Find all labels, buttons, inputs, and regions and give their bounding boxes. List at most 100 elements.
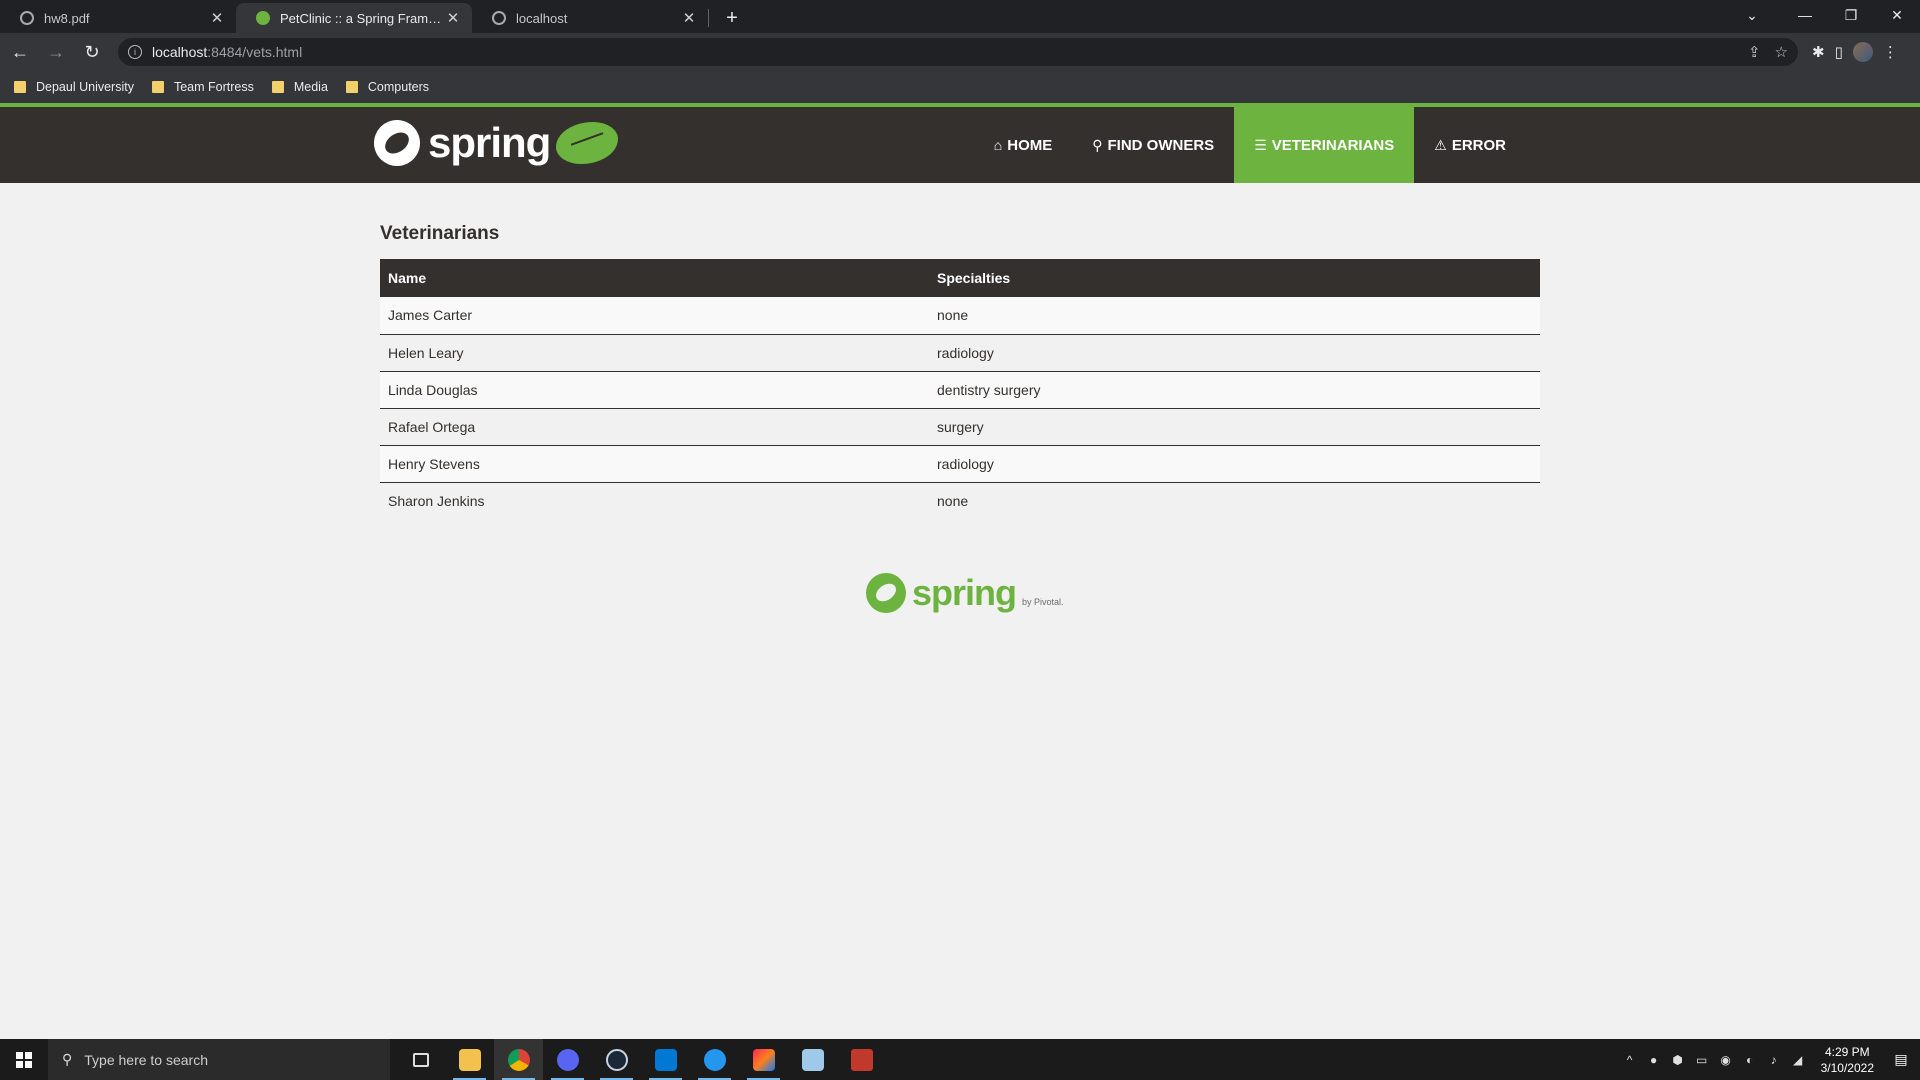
- nav-veterinarians[interactable]: ☰ Veterinarians: [1234, 107, 1415, 183]
- taskbar-intellij[interactable]: [739, 1039, 788, 1080]
- tab-petclinic[interactable]: PetClinic :: a Spring Framework demonstr…: [236, 3, 472, 33]
- nav-find-owners[interactable]: ⚲ Find owners: [1072, 107, 1234, 183]
- volume-icon[interactable]: ♪: [1767, 1053, 1781, 1067]
- battery-icon[interactable]: ▭: [1695, 1053, 1709, 1067]
- tab-title: hw8.pdf: [44, 10, 90, 26]
- bookmark-label: Team Fortress: [173, 80, 254, 94]
- forward-button[interactable]: →: [40, 36, 72, 68]
- taskbar-clock[interactable]: 4:29 PM 3/10/2022: [1821, 1044, 1874, 1076]
- bookmark-folder[interactable]: Media: [271, 80, 328, 94]
- nav-home[interactable]: ⌂ Home: [974, 107, 1072, 183]
- clock-date: 3/10/2022: [1820, 1060, 1874, 1075]
- tab-search-chevron-icon[interactable]: ⌄: [1722, 0, 1782, 30]
- browser-toolbar: ← → ↻ i localhost:8484/vets.html ⇪ ☆ ✱ ▯…: [0, 33, 1920, 71]
- vet-specialties: radiology: [929, 333, 1540, 371]
- main-content: Veterinarians Name Specialties James Car…: [380, 223, 1540, 519]
- taskbar-search[interactable]: ⚲ Type here to search: [48, 1039, 390, 1080]
- browser-tab-bar: hw8.pdf ✕ PetClinic :: a Spring Framewor…: [0, 0, 1920, 33]
- vet-specialties: radiology: [929, 444, 1540, 482]
- task-view-icon: [412, 1052, 429, 1067]
- close-window-button[interactable]: ✕: [1874, 0, 1920, 30]
- globe-icon: [20, 11, 34, 25]
- taskbar-discord[interactable]: [543, 1039, 592, 1080]
- taskbar-chrome[interactable]: [494, 1039, 543, 1080]
- spring-leaf-icon: [256, 11, 270, 25]
- site-info-icon[interactable]: i: [128, 45, 142, 59]
- task-view-button[interactable]: [396, 1039, 445, 1080]
- bookmark-star-icon[interactable]: ☆: [1775, 43, 1788, 61]
- page-title: Veterinarians: [380, 223, 500, 244]
- nav-label: Find owners: [1107, 136, 1215, 154]
- close-icon[interactable]: ✕: [444, 9, 462, 27]
- taskbar-steam[interactable]: [592, 1039, 641, 1080]
- restore-button[interactable]: ❐: [1828, 0, 1874, 30]
- vet-name: Rafael Ortega: [380, 407, 929, 445]
- spring-logo[interactable]: spring: [374, 119, 619, 167]
- bookmark-folder[interactable]: Depaul University: [14, 80, 134, 94]
- share-icon[interactable]: ⇪: [1748, 43, 1761, 61]
- new-tab-button[interactable]: +: [717, 3, 747, 33]
- nav-label: Veterinarians: [1271, 136, 1395, 154]
- vscode-icon: [654, 1048, 677, 1071]
- reload-button[interactable]: ↻: [76, 36, 108, 68]
- taskbar-tool[interactable]: [837, 1039, 886, 1080]
- bookmark-folder[interactable]: Team Fortress: [151, 80, 254, 94]
- close-icon[interactable]: ✕: [208, 9, 226, 27]
- nav-error[interactable]: ⚠ Error: [1414, 107, 1526, 183]
- bookmark-folder[interactable]: Computers: [345, 80, 429, 94]
- shield-icon[interactable]: ⬢: [1671, 1053, 1685, 1067]
- url-path: :8484/vets.html: [207, 44, 303, 60]
- extensions-icon[interactable]: ✱: [1812, 43, 1825, 61]
- back-button[interactable]: ←: [4, 36, 36, 68]
- search-icon: ⚲: [62, 1051, 73, 1067]
- network-drive-icon[interactable]: ◉: [1719, 1053, 1733, 1067]
- taskbar-vscode[interactable]: [641, 1039, 690, 1080]
- column-header-name: Name: [380, 259, 929, 297]
- taskbar-notepad[interactable]: [788, 1039, 837, 1080]
- search-placeholder: Type here to search: [84, 1051, 209, 1068]
- discord-icon: [556, 1048, 579, 1071]
- chevron-up-icon[interactable]: ^: [1623, 1053, 1637, 1067]
- vet-specialties: none: [929, 297, 1540, 334]
- table-row: Linda Douglas dentistry surgery: [380, 370, 1540, 408]
- menu-kebab-icon[interactable]: ⋮: [1883, 43, 1898, 61]
- tab-separator: [708, 9, 709, 27]
- vet-name: Helen Leary: [380, 333, 929, 371]
- minimize-button[interactable]: —: [1782, 0, 1828, 30]
- start-button[interactable]: [0, 1039, 48, 1080]
- vet-specialties: dentistry surgery: [929, 370, 1540, 408]
- vet-name: Henry Stevens: [380, 444, 929, 482]
- tab-localhost[interactable]: localhost ✕: [472, 3, 708, 33]
- profile-avatar[interactable]: [1852, 42, 1873, 62]
- bookmark-label: Depaul University: [36, 80, 134, 94]
- search-icon: ⚲: [1092, 136, 1103, 153]
- taskbar-file-explorer[interactable]: [445, 1039, 494, 1080]
- warning-icon: ⚠: [1434, 136, 1447, 153]
- folder-icon: [151, 81, 164, 93]
- column-header-specialties: Specialties: [929, 259, 1540, 297]
- table-row: James Carter none: [380, 297, 1540, 334]
- folder-icon: [345, 81, 358, 93]
- spring-circle-icon: [374, 120, 420, 166]
- side-panel-icon[interactable]: ▯: [1835, 43, 1843, 61]
- steam-tray-icon[interactable]: ◐: [1743, 1053, 1757, 1067]
- footer-wordmark: spring: [912, 572, 1017, 613]
- notification-icon[interactable]: ▤: [1890, 1049, 1912, 1071]
- folder-icon: [458, 1048, 481, 1071]
- tab-title: localhost: [516, 10, 568, 26]
- system-tray: ^ ● ⬢ ▭ ◉ ◐ ♪ ◢ 4:29 PM 3/10/2022 ▤: [1623, 1044, 1920, 1076]
- close-icon[interactable]: ✕: [680, 9, 698, 27]
- wifi-icon[interactable]: ◢: [1791, 1053, 1805, 1067]
- bookmark-label: Media: [293, 80, 328, 94]
- window-controls: ⌄ — ❐ ✕: [1722, 0, 1920, 30]
- vets-table: Name Specialties James Carter none Helen…: [380, 259, 1540, 519]
- chrome-icon: [507, 1048, 530, 1071]
- taskbar-docker[interactable]: [690, 1039, 739, 1080]
- intellij-icon: [752, 1048, 775, 1071]
- address-bar[interactable]: i localhost:8484/vets.html ⇪ ☆: [118, 38, 1798, 66]
- site-navbar: spring ⌂ Home ⚲ Find owners ☰ Veterinari…: [0, 107, 1920, 183]
- tab-hw8-pdf[interactable]: hw8.pdf ✕: [0, 3, 236, 33]
- discord-tray-icon[interactable]: ●: [1647, 1053, 1661, 1067]
- app-icon: [850, 1048, 873, 1071]
- notepad-icon: [801, 1048, 824, 1071]
